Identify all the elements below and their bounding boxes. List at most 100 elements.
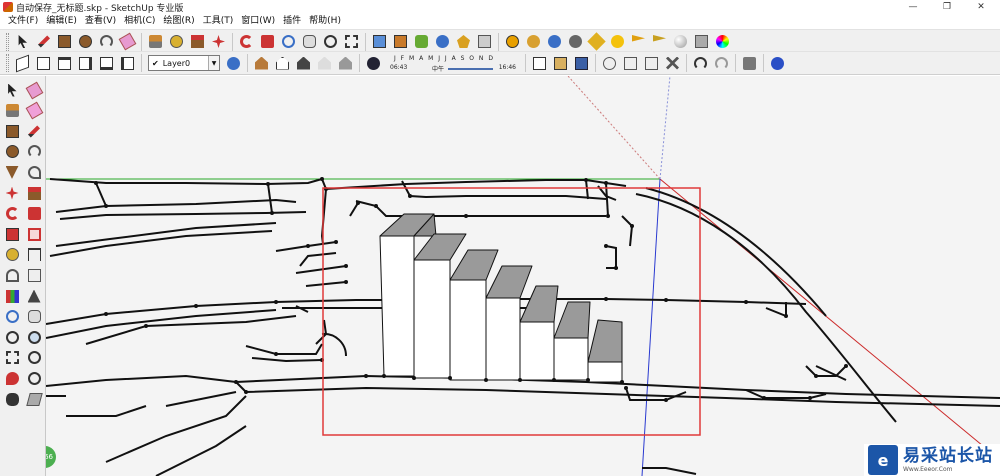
dropdown-arrow-icon[interactable]: ▼: [208, 56, 219, 70]
model-canvas[interactable]: [46, 76, 1000, 476]
sphere-button[interactable]: [671, 32, 690, 51]
walk-button[interactable]: [3, 390, 22, 409]
new-file-button[interactable]: [530, 54, 549, 73]
select-button[interactable]: [3, 81, 22, 100]
close-button[interactable]: ✕: [966, 0, 996, 14]
tape-measure-button[interactable]: [167, 32, 186, 51]
menu-window[interactable]: 窗口(W): [237, 14, 279, 29]
plugin-tag-button[interactable]: [587, 32, 606, 51]
move-button[interactable]: [3, 184, 22, 203]
paint-bucket-button[interactable]: [3, 101, 22, 120]
circle-button[interactable]: [76, 32, 95, 51]
menu-draw[interactable]: 绘图(R): [159, 14, 198, 29]
rectangle-button[interactable]: [3, 122, 22, 141]
paint-bucket-button[interactable]: [146, 32, 165, 51]
rectangle-button[interactable]: [55, 32, 74, 51]
previous-view-button[interactable]: [25, 348, 44, 367]
pan-button[interactable]: [25, 307, 44, 326]
rotate-button[interactable]: [237, 32, 256, 51]
axes-button[interactable]: [3, 287, 22, 306]
delete-button[interactable]: [663, 54, 682, 73]
pencil-button[interactable]: [34, 32, 53, 51]
back-view-button[interactable]: [97, 54, 116, 73]
paste-button[interactable]: [642, 54, 661, 73]
extension-button[interactable]: [454, 32, 473, 51]
sun-button[interactable]: [608, 32, 627, 51]
shadow-time-slider[interactable]: [448, 68, 493, 70]
arc-button[interactable]: [25, 142, 44, 161]
styles-button[interactable]: [475, 32, 494, 51]
zoom-button[interactable]: [321, 32, 340, 51]
toolbar-grip[interactable]: [6, 32, 9, 51]
pan-button[interactable]: [300, 32, 319, 51]
rotate-button[interactable]: [3, 204, 22, 223]
toolbar-grip[interactable]: [6, 54, 9, 72]
shadow-month-selector[interactable]: J F M A M J J A S O N D: [394, 55, 494, 62]
layer-manager-button[interactable]: [224, 54, 243, 73]
zoom-button[interactable]: [3, 328, 22, 347]
house-outline-button[interactable]: [336, 54, 355, 73]
3d-warehouse-button[interactable]: [412, 32, 431, 51]
house-iso-button[interactable]: [315, 54, 334, 73]
freehand-button[interactable]: [25, 163, 44, 182]
eraser2-button[interactable]: [25, 101, 44, 120]
menu-help[interactable]: 帮助(H): [305, 14, 345, 29]
redo-button[interactable]: [712, 54, 731, 73]
plugin-r2-button[interactable]: [566, 32, 585, 51]
menu-plugins[interactable]: 插件: [279, 14, 305, 29]
position-camera-button[interactable]: [3, 369, 22, 388]
right-view-button[interactable]: [76, 54, 95, 73]
eraser-button[interactable]: [118, 32, 137, 51]
undo-button[interactable]: [691, 54, 710, 73]
minimize-button[interactable]: —: [898, 0, 928, 14]
save-button[interactable]: [572, 54, 591, 73]
menu-camera[interactable]: 相机(C): [120, 14, 159, 29]
arc-button[interactable]: [97, 32, 116, 51]
open-file-button[interactable]: [551, 54, 570, 73]
model-info-button[interactable]: [768, 54, 787, 73]
menu-edit[interactable]: 编辑(E): [42, 14, 81, 29]
warehouse-house-button[interactable]: [252, 54, 271, 73]
layer-dropdown[interactable]: ✔ Layer0 ▼: [148, 55, 220, 71]
orbit-button[interactable]: [279, 32, 298, 51]
circle-button[interactable]: [3, 142, 22, 161]
color-wheel-button[interactable]: [713, 32, 732, 51]
maximize-button[interactable]: ❐: [932, 0, 962, 14]
house-back-button[interactable]: [294, 54, 313, 73]
dimension-button[interactable]: [25, 245, 44, 264]
follow-me-button[interactable]: [258, 32, 277, 51]
cut-button[interactable]: [600, 54, 619, 73]
follow-me-button[interactable]: [25, 204, 44, 223]
plugin-r-button[interactable]: [545, 32, 564, 51]
push-pull-button[interactable]: [25, 184, 44, 203]
move-button[interactable]: [209, 32, 228, 51]
flag-button[interactable]: [629, 32, 648, 51]
house-front-button[interactable]: [273, 54, 292, 73]
zoom-extents-button[interactable]: [3, 348, 22, 367]
section-button[interactable]: [692, 32, 711, 51]
text-button[interactable]: [25, 266, 44, 285]
flag2-button[interactable]: [650, 32, 669, 51]
menu-view[interactable]: 查看(V): [81, 14, 120, 29]
scale-button[interactable]: [3, 225, 22, 244]
left-view-button[interactable]: [118, 54, 137, 73]
eraser-button[interactable]: [25, 81, 44, 100]
drawing-viewport[interactable]: 66 e 易采站长站 Www.Eeeor.Com: [46, 76, 1000, 476]
copy-button[interactable]: [621, 54, 640, 73]
protractor-button[interactable]: [3, 266, 22, 285]
iso-view-button[interactable]: [13, 54, 32, 73]
plugin-s-button[interactable]: [524, 32, 543, 51]
3d-text-button[interactable]: [25, 287, 44, 306]
menu-tools[interactable]: 工具(T): [199, 14, 238, 29]
zoom-window-button[interactable]: [25, 328, 44, 347]
get-models-button[interactable]: [370, 32, 389, 51]
print-button[interactable]: [740, 54, 759, 73]
component-button[interactable]: [433, 32, 452, 51]
share-model-button[interactable]: [391, 32, 410, 51]
top-view-button[interactable]: [34, 54, 53, 73]
look-around-button[interactable]: [25, 369, 44, 388]
shadow-toggle-button[interactable]: [364, 54, 383, 73]
zoom-extents-button[interactable]: [342, 32, 361, 51]
offset-button[interactable]: [25, 225, 44, 244]
tape-measure-button[interactable]: [3, 245, 22, 264]
